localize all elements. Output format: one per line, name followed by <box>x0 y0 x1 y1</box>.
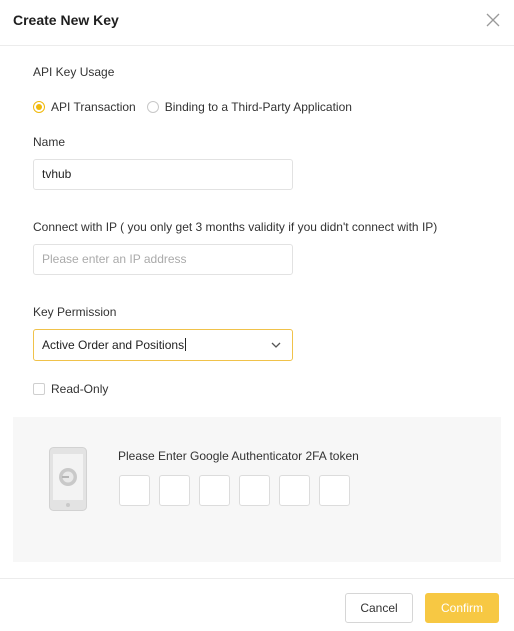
read-only-label: Read-Only <box>51 382 109 396</box>
radio-third-party-label: Binding to a Third-Party Application <box>164 100 352 114</box>
code-digit-2[interactable] <box>159 475 190 506</box>
cancel-button[interactable]: Cancel <box>345 593 413 623</box>
confirm-button[interactable]: Confirm <box>425 593 499 623</box>
read-only-checkbox[interactable] <box>33 383 45 395</box>
radio-button-checked[interactable] <box>33 101 45 113</box>
code-digit-1[interactable] <box>119 475 150 506</box>
usage-radio-group: API Transaction Binding to a Third-Party… <box>33 99 352 115</box>
code-digit-5[interactable] <box>279 475 310 506</box>
code-digit-4[interactable] <box>239 475 270 506</box>
ip-input[interactable]: Please enter an IP address <box>33 244 293 275</box>
twofa-title: Please Enter Google Authenticator 2FA to… <box>118 449 359 463</box>
chevron-down-icon <box>271 342 281 348</box>
name-input[interactable]: tvhub <box>33 159 293 190</box>
dialog-title: Create New Key <box>13 12 119 28</box>
twofa-code-inputs <box>119 475 359 506</box>
radio-third-party[interactable]: Binding to a Third-Party Application <box>146 100 352 114</box>
close-icon[interactable] <box>485 12 501 28</box>
radio-api-transaction[interactable]: API Transaction <box>33 100 136 114</box>
footer-divider <box>0 578 514 579</box>
dialog-header: Create New Key <box>0 0 514 46</box>
read-only-option[interactable]: Read-Only <box>33 382 108 396</box>
radio-button-unchecked[interactable] <box>146 101 159 113</box>
name-label: Name <box>33 135 66 149</box>
key-permission-select[interactable]: Active Order and Positions <box>33 329 293 361</box>
key-permission-value: Active Order and Positions <box>42 338 185 352</box>
ip-label: Connect with IP ( you only get 3 months … <box>33 220 438 234</box>
key-permission-label: Key Permission <box>33 305 117 319</box>
code-digit-6[interactable] <box>319 475 350 506</box>
phone-authenticator-icon <box>49 447 87 511</box>
twofa-panel: Please Enter Google Authenticator 2FA to… <box>13 417 501 562</box>
text-cursor <box>185 338 187 352</box>
code-digit-3[interactable] <box>199 475 230 506</box>
radio-api-transaction-label: API Transaction <box>51 100 136 114</box>
api-key-usage-label: API Key Usage <box>33 65 115 79</box>
